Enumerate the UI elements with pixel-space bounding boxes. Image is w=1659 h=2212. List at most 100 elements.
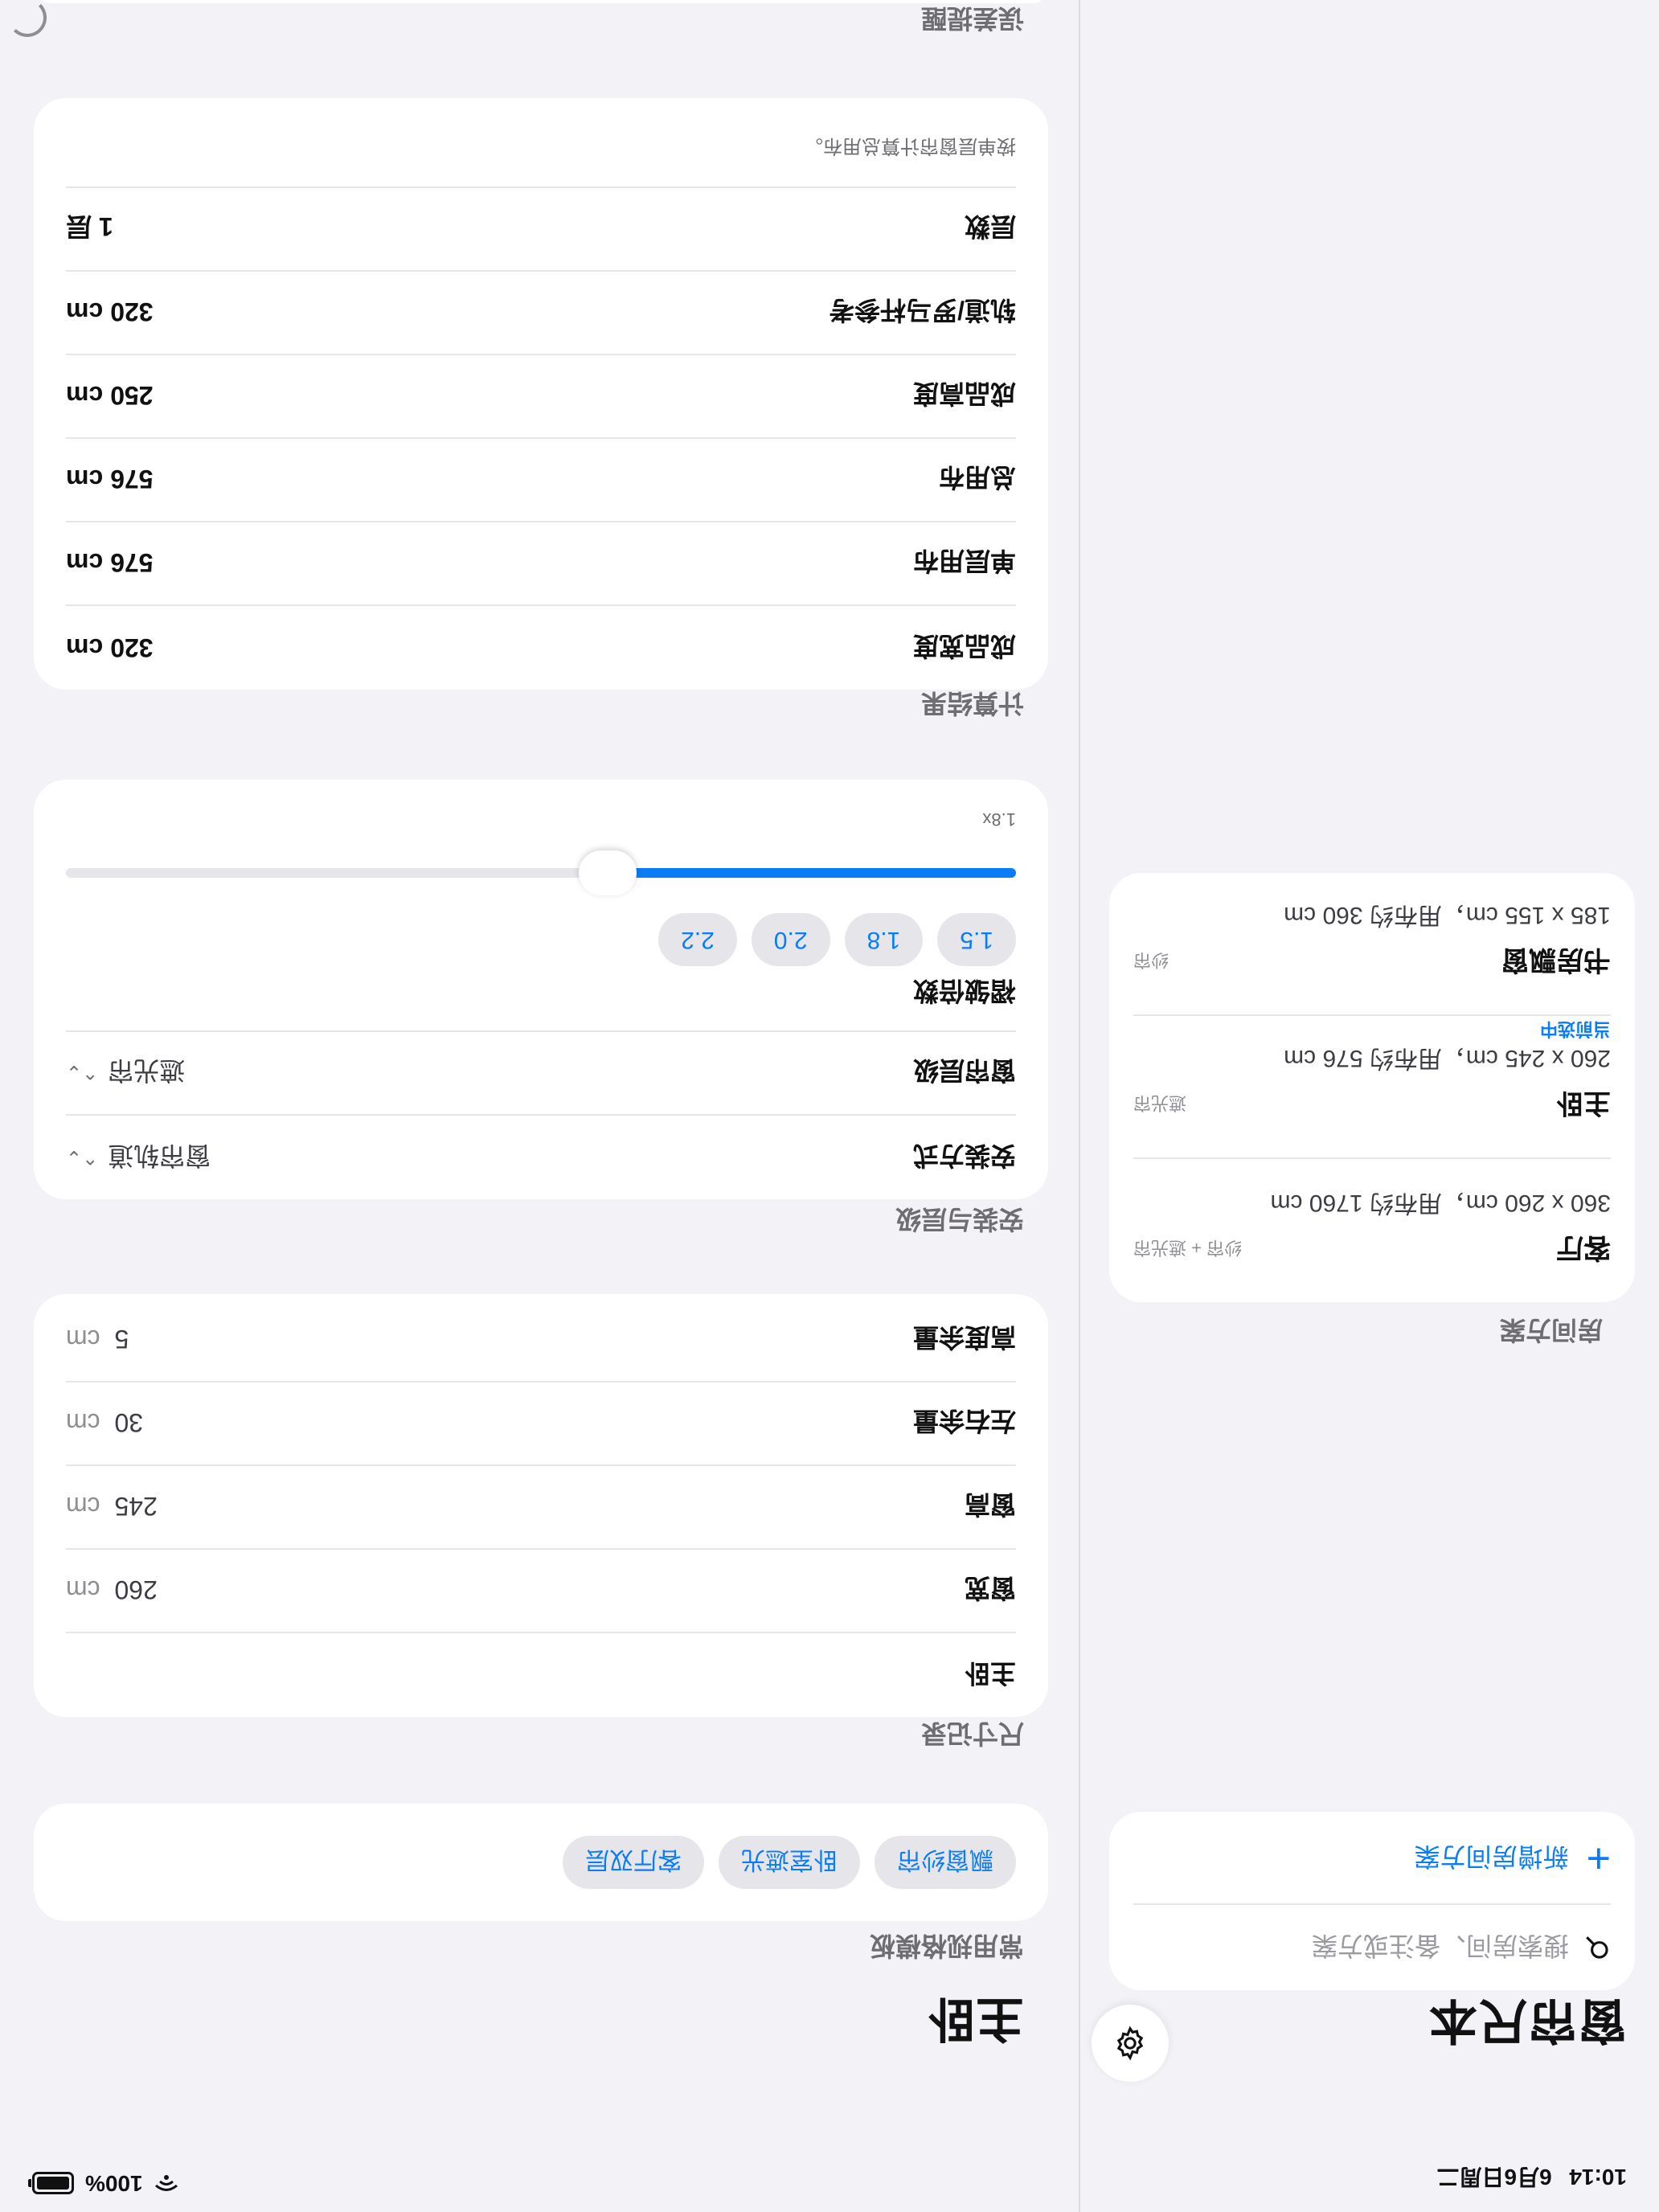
- slider-fill: [607, 868, 1016, 878]
- dimensions-header: 尺寸记录: [920, 1719, 1024, 1748]
- value-number: 260: [114, 1575, 158, 1605]
- room-item-master[interactable]: 主卧 遮光帘 260 x 245 cm，用布约 576 cm 当前选中: [1133, 1014, 1611, 1159]
- results-note: 按单层窗帘计算总用布。: [804, 135, 1016, 157]
- add-room-button[interactable]: + 新增房间方案: [1133, 1812, 1611, 1905]
- field-label: 窗高: [964, 1490, 1016, 1519]
- picker-value: 窗帘轨道: [108, 1141, 211, 1170]
- width-field[interactable]: 窗宽 260 cm: [66, 1548, 1016, 1633]
- detail-pane: 主卧 常用规格模板 飘窗纱帘 卧室遮光 客厅双层 尺寸记录 主卧 窗宽 260 …: [0, 0, 1080, 2212]
- room-name: 主卧: [1556, 1088, 1611, 1118]
- install-method-picker[interactable]: 窗帘轨道 ⌃⌄: [66, 1139, 211, 1176]
- slider-handle[interactable]: [578, 850, 637, 895]
- multiplier-chip[interactable]: 2.2: [658, 913, 737, 966]
- room-tag: 纱帘 + 遮光帘: [1133, 1238, 1243, 1258]
- field-label: 窗宽: [964, 1574, 1016, 1603]
- field-value: 30 cm: [66, 1408, 143, 1438]
- room-item-living[interactable]: 客厅 纱帘 + 遮光帘 360 x 260 cm，用布约 1760 cm: [1133, 1159, 1611, 1302]
- dimensions-card: 主卧 窗宽 260 cm 窗高 245 cm 左右余量 30 cm 高度余量 5…: [34, 1294, 1048, 1717]
- sidebar: 窗帘尺本 搜索房间、备注或方案 + 新增房间方案 房间方案 客厅 纱帘 + 遮光…: [1079, 0, 1659, 2212]
- refresh-spinner-icon: [8, 0, 47, 37]
- value-number: 30: [114, 1408, 144, 1438]
- field-value: 5 cm: [66, 1325, 129, 1354]
- install-method-row[interactable]: 安装方式 窗帘轨道 ⌃⌄: [66, 1116, 1016, 1199]
- layer-picker[interactable]: 遮光帘 ⌃⌄: [66, 1054, 185, 1091]
- chevron-updown-icon: ⌃⌄: [66, 1146, 99, 1169]
- room-dims: 260 x 245 cm，用布约 576 cm: [1284, 1045, 1611, 1071]
- value-number: 245: [114, 1492, 158, 1522]
- room-name: 书房飘窗: [1501, 944, 1611, 975]
- multiplier-chip[interactable]: 1.5: [937, 913, 1016, 966]
- value-unit: cm: [66, 1492, 100, 1522]
- multiplier-chip[interactable]: 2.0: [751, 913, 830, 966]
- result-value: 1 层: [66, 212, 113, 241]
- picker-value: 遮光帘: [108, 1056, 186, 1085]
- layer-row[interactable]: 窗帘层级 遮光帘 ⌃⌄: [66, 1030, 1016, 1116]
- room-dims: 185 x 155 cm，用布约 360 cm: [1284, 902, 1611, 928]
- preset-chip[interactable]: 卧室遮光: [719, 1836, 860, 1889]
- result-label: 总用布: [938, 463, 1016, 492]
- field-label: 高度余量: [912, 1323, 1016, 1352]
- divider: [66, 186, 1016, 188]
- results-header: 计算结果: [920, 689, 1024, 718]
- rooms-header: 房间方案: [1499, 1316, 1603, 1345]
- error-header: 误差提醒: [920, 4, 1024, 33]
- result-label: 轨道/罗马杆参考: [829, 296, 1016, 325]
- room-dims: 360 x 260 cm，用布约 1760 cm: [1270, 1190, 1611, 1216]
- divider: [66, 1030, 1016, 1032]
- preset-chips: 飘窗纱帘 卧室遮光 客厅双层: [563, 1836, 1016, 1889]
- room-name-value: 主卧: [964, 1659, 1016, 1688]
- install-header: 安装与层级: [895, 1205, 1024, 1234]
- result-row: 成品高度 250 cm: [66, 354, 1016, 439]
- result-label: 成品高度: [912, 379, 1016, 408]
- plus-icon: +: [1586, 1835, 1611, 1882]
- height-field[interactable]: 窗高 245 cm: [66, 1464, 1016, 1550]
- multiplier-slider[interactable]: [66, 850, 1016, 895]
- result-value: 576 cm: [66, 465, 154, 494]
- sidebar-title: 窗帘尺本: [1428, 1993, 1627, 2047]
- result-row: 总用布 576 cm: [66, 437, 1016, 522]
- result-value: 320 cm: [66, 633, 154, 663]
- next-card-edge: [34, 0, 1048, 3]
- field-value: 245 cm: [66, 1492, 158, 1522]
- gear-icon: [1116, 2026, 1144, 2061]
- field-label: 窗帘层级: [912, 1056, 1016, 1085]
- multiplier-chip[interactable]: 1.8: [844, 913, 924, 966]
- search-card: 搜索房间、备注或方案 + 新增房间方案: [1109, 1812, 1635, 1990]
- rooms-list: 客厅 纱帘 + 遮光帘 360 x 260 cm，用布约 1760 cm 主卧 …: [1109, 871, 1635, 1302]
- install-card: 安装方式 窗帘轨道 ⌃⌄ 窗帘层级 遮光帘 ⌃⌄ 褶皱倍数 1.5 1.8 2.…: [34, 780, 1048, 1199]
- results-card: 成品宽度 320 cm 单层用布 576 cm 总用布 576 cm 成品高度 …: [34, 98, 1048, 690]
- result-label: 成品宽度: [912, 632, 1016, 661]
- multiplier-value: 1.8x: [982, 809, 1016, 830]
- value-unit: cm: [66, 1325, 100, 1354]
- result-value: 250 cm: [66, 381, 154, 411]
- search-field[interactable]: 搜索房间、备注或方案: [1133, 1903, 1611, 1990]
- result-value: 320 cm: [66, 297, 154, 327]
- settings-button[interactable]: [1092, 2005, 1169, 2082]
- value-unit: cm: [66, 1408, 100, 1438]
- room-tag: 遮光帘: [1133, 1093, 1187, 1113]
- height-margin-field[interactable]: 高度余量 5 cm: [66, 1297, 1016, 1382]
- preset-chip[interactable]: 飘窗纱帘: [875, 1836, 1016, 1889]
- side-margin-field[interactable]: 左右余量 30 cm: [66, 1381, 1016, 1466]
- value-unit: cm: [66, 1575, 100, 1605]
- room-name: 客厅: [1556, 1232, 1611, 1263]
- chevron-updown-icon: ⌃⌄: [66, 1061, 99, 1083]
- screen: 10:14 6月6日周二 100% 窗帘尺本 搜索房间、备注或方案 + 新增房间…: [0, 0, 1659, 2212]
- result-value: 576 cm: [66, 548, 154, 578]
- result-label: 单层用布: [912, 547, 1016, 576]
- add-room-label: 新增房间方案: [1414, 1842, 1569, 1871]
- result-row: 单层用布 576 cm: [66, 521, 1016, 606]
- field-label: 安装方式: [912, 1141, 1016, 1170]
- room-item-study[interactable]: 书房飘窗 纱帘 185 x 155 cm，用布约 360 cm: [1133, 871, 1611, 1016]
- result-row: 成品宽度 320 cm: [66, 606, 1016, 690]
- preset-chip[interactable]: 客厅双层: [563, 1836, 704, 1889]
- field-label: 左右余量: [912, 1407, 1016, 1436]
- current-badge: 当前选中: [1539, 1019, 1611, 1039]
- multiplier-label: 褶皱倍数: [912, 977, 1016, 1006]
- room-name-field[interactable]: 主卧: [66, 1633, 1016, 1717]
- value-number: 5: [114, 1325, 129, 1354]
- search-placeholder: 搜索房间、备注或方案: [1311, 1931, 1569, 1960]
- presets-card: 飘窗纱帘 卧室遮光 客厅双层: [34, 1804, 1048, 1921]
- page-title: 主卧: [928, 1992, 1024, 2046]
- result-label: 层数: [964, 212, 1016, 241]
